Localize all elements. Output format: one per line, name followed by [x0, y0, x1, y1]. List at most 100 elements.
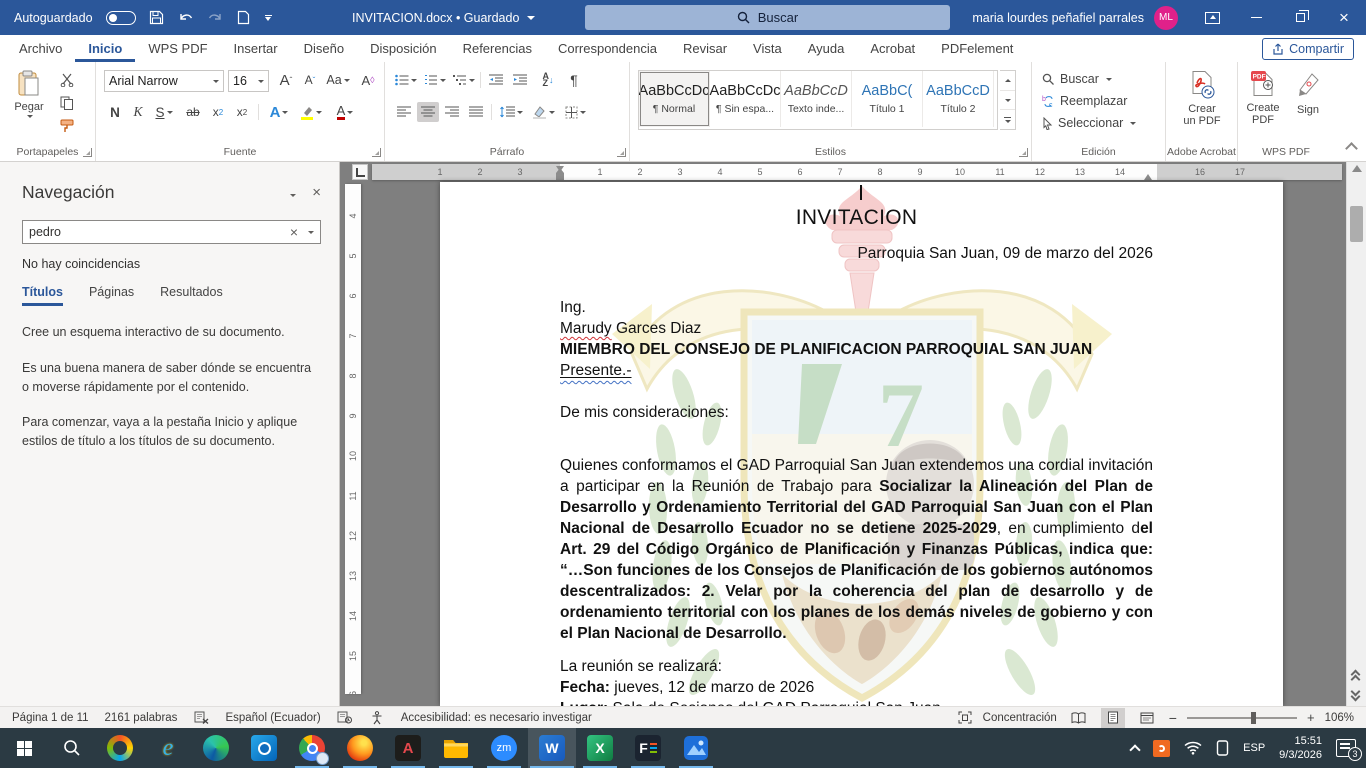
focus-mode-icon[interactable] — [957, 710, 973, 726]
accessibility-status[interactable]: Accesibilidad: es necesario investigar — [401, 712, 592, 724]
keyboard-language[interactable]: ESP — [1243, 742, 1265, 754]
autosave-toggle[interactable] — [106, 11, 136, 25]
notification-center-icon[interactable]: 3 — [1336, 739, 1356, 757]
font-dialog-launcher[interactable] — [372, 148, 381, 157]
vertical-ruler[interactable]: 45678910111213141516 — [345, 184, 361, 694]
font-size-combobox[interactable]: 16 — [228, 70, 269, 92]
right-indent-marker[interactable] — [1144, 174, 1152, 180]
next-page-icon[interactable] — [1351, 689, 1362, 700]
wps-sign-button[interactable]: Sign — [1288, 70, 1328, 116]
zoom-slider-thumb[interactable] — [1251, 712, 1256, 724]
tab-selector[interactable] — [352, 164, 368, 180]
start-button[interactable] — [0, 728, 48, 768]
tray-app-icon[interactable] — [1153, 740, 1170, 757]
restore-button[interactable] — [1278, 0, 1322, 35]
font-color-icon[interactable]: A — [330, 102, 360, 122]
ribbon-display-options-button[interactable] — [1190, 0, 1234, 35]
italic-icon[interactable]: K — [127, 102, 149, 122]
wps-create-pdf-button[interactable]: PDF Create PDF — [1240, 70, 1286, 126]
cut-icon[interactable] — [56, 70, 78, 90]
superscript-icon[interactable]: x2 — [231, 102, 253, 122]
document-title[interactable]: INVITACION.docx • Guardado — [352, 0, 535, 35]
word-count[interactable]: 2161 palabras — [105, 712, 178, 724]
customize-qat-icon[interactable] — [265, 15, 272, 21]
undo-icon[interactable] — [178, 10, 194, 26]
find-button[interactable]: Buscar — [1042, 72, 1112, 86]
copy-icon[interactable] — [56, 93, 78, 113]
collapse-ribbon-icon[interactable] — [1345, 142, 1358, 155]
create-pdf-acrobat-button[interactable]: Crear un PDF — [1176, 70, 1228, 127]
styles-more-icon[interactable] — [1000, 110, 1015, 129]
zoom-button[interactable]: zm — [480, 728, 528, 768]
web-layout-icon[interactable] — [1135, 708, 1159, 728]
fes-app-button[interactable]: F — [624, 728, 672, 768]
style-card[interactable]: AaBbCcDc ¶ Normal — [639, 71, 710, 127]
ribbon-tab[interactable]: Revisar — [670, 35, 740, 62]
page-indicator[interactable]: Página 1 de 11 — [12, 712, 89, 724]
minimize-button[interactable] — [1234, 0, 1278, 35]
scrollbar-thumb[interactable] — [1350, 206, 1363, 242]
zoom-level[interactable]: 106% — [1325, 712, 1354, 724]
clock[interactable]: 15:51 9/3/2026 — [1279, 734, 1322, 762]
chrome-button[interactable] — [288, 728, 336, 768]
navigation-search-input[interactable]: pedro × — [22, 220, 321, 244]
underline-icon[interactable]: S — [150, 102, 178, 122]
taskbar-search-button[interactable] — [48, 728, 96, 768]
proofing-errors-icon[interactable] — [193, 710, 209, 726]
ribbon-tab[interactable]: WPS PDF — [135, 35, 220, 62]
subscript-icon[interactable]: x2 — [207, 102, 229, 122]
highlight-color-icon[interactable] — [296, 102, 326, 122]
print-layout-icon[interactable] — [1101, 708, 1125, 728]
word-button[interactable]: W — [528, 728, 576, 768]
save-icon[interactable] — [149, 10, 165, 26]
style-card[interactable]: AaBbCcDc ¶ Sin espa... — [710, 71, 781, 127]
accessibility-icon[interactable] — [369, 710, 385, 726]
align-center-icon[interactable] — [417, 102, 439, 122]
styles-scroll-down-icon[interactable] — [1000, 90, 1015, 111]
ribbon-tab[interactable]: Insertar — [221, 35, 291, 62]
show-marks-icon[interactable]: ¶ — [563, 70, 585, 90]
navigation-tab[interactable]: Títulos — [22, 285, 63, 306]
ribbon-tab[interactable]: Acrobat — [857, 35, 928, 62]
select-button[interactable]: Seleccionar — [1042, 116, 1136, 130]
align-left-icon[interactable] — [393, 102, 415, 122]
hidden-icons-chevron[interactable] — [1129, 744, 1140, 755]
close-button[interactable]: × — [1322, 0, 1366, 35]
navigation-close-icon[interactable]: × — [312, 184, 321, 201]
sort-icon[interactable]: AZ↓ — [537, 70, 559, 90]
strikethrough-icon[interactable]: ab — [182, 102, 204, 122]
internet-explorer-button[interactable]: e — [144, 728, 192, 768]
document-page[interactable]: 7 INVITACION Parroquia San Juan, 09 de m… — [440, 182, 1283, 706]
navigation-options-icon[interactable] — [290, 185, 296, 200]
new-document-icon[interactable] — [236, 10, 252, 26]
line-spacing-icon[interactable] — [497, 102, 525, 122]
redo-icon[interactable] — [207, 10, 223, 26]
ribbon-tab[interactable]: Archivo — [6, 35, 75, 62]
ribbon-tab[interactable]: Ayuda — [795, 35, 858, 62]
navigation-tab[interactable]: Páginas — [89, 285, 134, 306]
align-right-icon[interactable] — [441, 102, 463, 122]
firefox-button[interactable] — [336, 728, 384, 768]
ribbon-tab[interactable]: PDFelement — [928, 35, 1026, 62]
format-painter-icon[interactable] — [56, 116, 78, 136]
grow-font-icon[interactable]: Aˆ — [275, 70, 297, 90]
navigation-tab[interactable]: Resultados — [160, 285, 223, 306]
numbering-icon[interactable] — [422, 70, 448, 90]
increase-indent-icon[interactable] — [509, 70, 531, 90]
paste-button[interactable]: Pegar — [8, 70, 50, 118]
bold-icon[interactable]: N — [104, 102, 126, 122]
text-effects-icon[interactable]: A — [264, 102, 294, 122]
replace-button[interactable]: bc Reemplazar — [1042, 94, 1127, 108]
scroll-up-icon[interactable] — [1352, 165, 1362, 172]
justify-icon[interactable] — [465, 102, 487, 122]
ribbon-tab[interactable]: Inicio — [75, 35, 135, 62]
ribbon-tab[interactable]: Correspondencia — [545, 35, 670, 62]
vertical-scrollbar[interactable] — [1346, 162, 1366, 706]
search-options-icon[interactable] — [308, 231, 314, 234]
clear-formatting-icon[interactable]: A◊ — [357, 70, 379, 90]
acrobat-reader-button[interactable]: A — [384, 728, 432, 768]
ribbon-tab[interactable]: Disposición — [357, 35, 449, 62]
borders-icon[interactable] — [561, 102, 589, 122]
photos-button[interactable] — [672, 728, 720, 768]
style-card[interactable]: AaBbCcD Texto inde... — [781, 71, 852, 127]
